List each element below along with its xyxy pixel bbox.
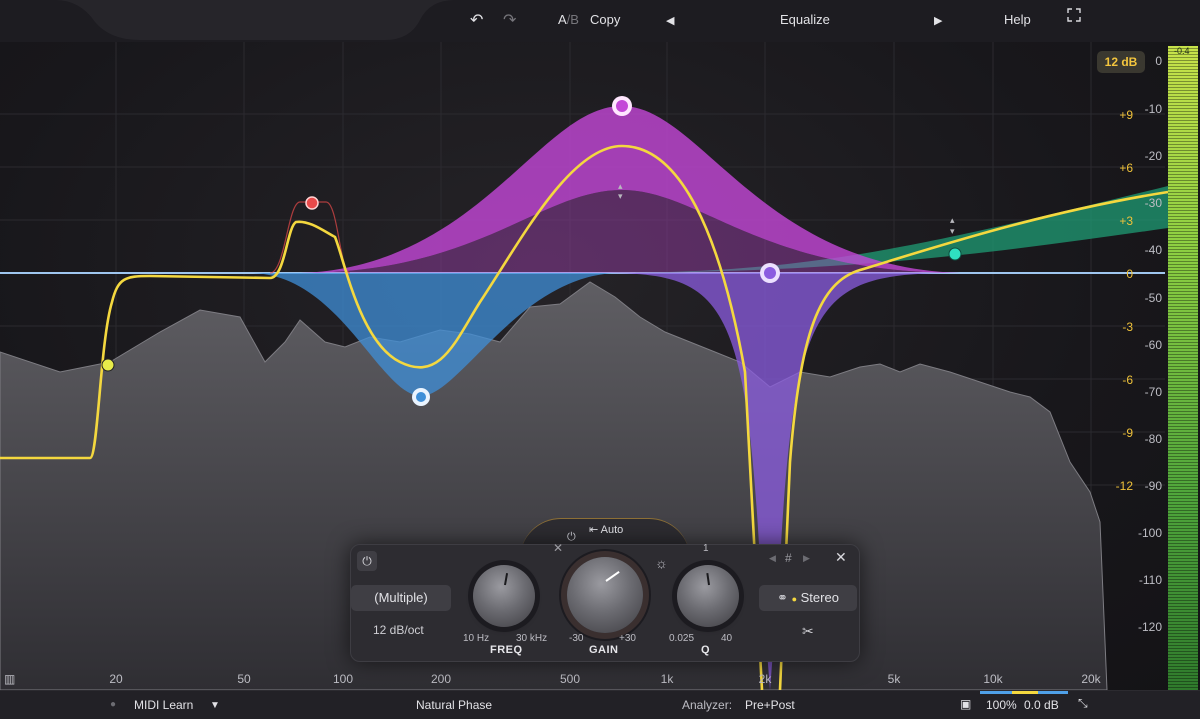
auto-gain-label: Auto (600, 524, 624, 536)
gain-scale-label: +3 (1119, 214, 1133, 228)
ab-switch[interactable]: A/B (558, 12, 579, 27)
band-node-green[interactable] (948, 247, 962, 261)
freq-scale-label: 500 (559, 672, 581, 686)
slope-selector[interactable]: 12 dB/oct (373, 623, 424, 637)
analyzer-label: Analyzer: (682, 698, 733, 712)
db-scale-label: -110 (1138, 573, 1162, 587)
db-scale-label: -50 (1144, 291, 1162, 305)
redo-icon[interactable]: ↷ (503, 10, 516, 30)
band-node-lowcut[interactable] (101, 358, 115, 372)
stereo-icon: ⚭ (777, 590, 788, 605)
phase-mode-selector[interactable]: Natural Phase (416, 698, 492, 712)
fullscreen-icon[interactable] (1067, 8, 1081, 25)
meter-peak-readout: -0.4 (1174, 46, 1190, 56)
freq-knob[interactable] (473, 565, 535, 627)
q-min-label: 0.025 (669, 633, 695, 644)
q-knob[interactable] (677, 565, 739, 627)
freq-scale-label: 100 (332, 672, 354, 686)
band-number: # (785, 551, 792, 565)
stereo-label: Stereo (800, 590, 839, 605)
stereo-dot: ● (791, 594, 798, 604)
db-scale-label: -100 (1137, 526, 1162, 540)
freq-scale-label: 1k (660, 672, 674, 686)
display-range-button[interactable]: 12 dB (1097, 51, 1145, 73)
chevron-down-icon[interactable]: ▼ (210, 700, 220, 711)
db-scale-label: -20 (1144, 149, 1162, 163)
svg-text:▾: ▾ (618, 192, 623, 202)
freq-max-label: 30 kHz (516, 633, 548, 644)
freq-scale-label: 10k (983, 672, 1003, 686)
band-prev-icon[interactable]: ◀ (769, 553, 776, 564)
gain-min-label: -30 (569, 633, 584, 644)
output-level-meter (1168, 46, 1198, 690)
dynamics-icon[interactable]: ☼ (655, 555, 668, 571)
triangle-left-icon[interactable]: ◀ (666, 14, 674, 27)
close-icon[interactable]: ✕ (835, 549, 847, 566)
gain-knob[interactable] (567, 557, 643, 633)
freq-scale-label: 5k (887, 672, 901, 686)
db-scale-label: -60 (1144, 338, 1162, 352)
gain-label: GAIN (589, 644, 619, 656)
freq-scale-label: 2k (758, 672, 772, 686)
freq-scale-label: 200 (430, 672, 452, 686)
gain-scale-label: +6 (1119, 161, 1133, 175)
analyzer-mode-selector[interactable]: Pre+Post (745, 698, 795, 712)
bottom-bar: ● MIDI Learn ▼ Natural Phase Analyzer: P… (0, 690, 1200, 719)
band-next-icon[interactable]: ▶ (803, 553, 810, 564)
preset-name[interactable]: Equalize (780, 12, 830, 27)
freq-scale-label: 20k (1081, 672, 1101, 686)
undo-icon[interactable]: ↶ (470, 10, 483, 30)
midi-learn-dot: ● (110, 699, 117, 710)
gain-scale-label: -3 (1122, 320, 1133, 334)
help-button[interactable]: Help (1004, 12, 1031, 27)
auto-gain-toggle[interactable]: ⇤ Auto (589, 523, 623, 536)
output-gain-readout[interactable]: 0.0 dB (1024, 698, 1059, 712)
freq-label: FREQ (490, 644, 523, 656)
scissors-icon[interactable]: ✂ (802, 623, 814, 640)
zoom-selector[interactable]: 100% (986, 698, 1017, 712)
band-node-red[interactable] (305, 196, 319, 210)
power-icon[interactable]: ⏻ (567, 531, 576, 544)
collapse-icon[interactable]: ▣ (960, 697, 971, 711)
freq-min-label: 10 Hz (463, 633, 490, 644)
filter-type-button[interactable]: (Multiple) (351, 585, 451, 611)
band-panel: ⏻ (Multiple) 12 dB/oct 10 Hz 30 kHz FREQ… (350, 524, 860, 662)
db-scale-label: -120 (1137, 620, 1162, 634)
triangle-right-icon[interactable]: ▶ (934, 14, 942, 27)
svg-text:▴: ▴ (618, 182, 623, 192)
db-scale-label: -90 (1144, 479, 1162, 493)
db-scale-label: -30 (1144, 196, 1162, 210)
q-label: Q (701, 644, 711, 656)
top-toolbar: ↶ ↷ A/B Copy ◀ Equalize ▶ Help (0, 0, 1200, 42)
midi-learn-button[interactable]: MIDI Learn (134, 698, 193, 712)
close-icon[interactable]: ✕ (553, 541, 563, 555)
gain-max-label: +30 (619, 633, 636, 644)
db-scale-label: -70 (1144, 385, 1162, 399)
expand-icon[interactable]: ⤡ (1078, 696, 1088, 711)
power-icon[interactable]: ⏻ (357, 551, 377, 571)
ab-a-label: A (558, 12, 567, 27)
svg-text:▾: ▾ (950, 227, 955, 237)
q-max-label: 40 (721, 633, 733, 644)
stereo-placement-button[interactable]: ⚭ ● Stereo (759, 585, 857, 611)
copy-button[interactable]: Copy (590, 12, 620, 27)
gain-scale-label: 0 (1126, 267, 1133, 281)
db-scale-label: -10 (1144, 102, 1162, 116)
ab-b-label: B (570, 12, 579, 27)
freq-scale-label: 50 (237, 672, 251, 686)
db-scale-label: -80 (1144, 432, 1162, 446)
q-center-label: 1 (703, 543, 709, 554)
piano-keys-icon[interactable]: ▥ (4, 672, 15, 686)
svg-text:▴: ▴ (950, 216, 955, 226)
db-scale-label: -40 (1144, 243, 1162, 257)
freq-scale-label: 20 (109, 672, 123, 686)
